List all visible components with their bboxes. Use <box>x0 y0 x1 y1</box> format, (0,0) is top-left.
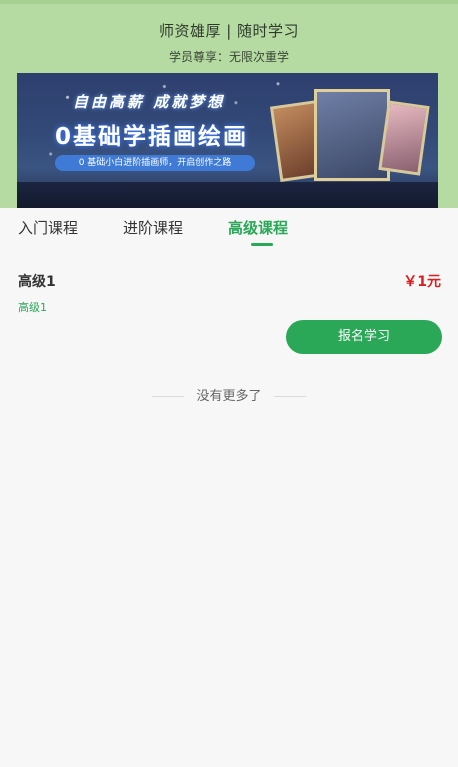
course-title: 高级1 <box>18 274 56 290</box>
banner-tagline: 自由高薪 成就梦想 <box>73 93 226 111</box>
banner-headline: 0基础学插画绘画 <box>55 124 249 150</box>
banner-pill: 0 基础小白进阶插画师，开启创作之路 <box>55 155 255 171</box>
tab-advanced[interactable]: 高级课程 <box>228 217 288 238</box>
course-price: ￥1元 <box>403 274 441 290</box>
header-divider <box>0 0 458 4</box>
slogan-text: 师资雄厚 | 随时学习 <box>158 22 300 40</box>
tab-beginner[interactable]: 入门课程 <box>18 217 78 238</box>
banner-ground <box>17 182 438 208</box>
course-tabs: 入门课程 进阶课程 高级课程 <box>0 208 458 252</box>
divider-left <box>152 396 185 397</box>
no-more-text: 没有更多了 <box>196 389 262 404</box>
no-more-indicator: 没有更多了 <box>0 385 458 404</box>
perk-text: 学员尊享：无限次重学 <box>168 50 289 64</box>
tab-intermediate[interactable]: 进阶课程 <box>123 217 183 238</box>
enroll-button[interactable]: 报名学习 <box>286 320 442 354</box>
divider-right <box>273 396 306 397</box>
active-tab-indicator <box>251 243 273 246</box>
course-subtitle: 高级1 <box>18 301 47 314</box>
course-panel: 入门课程 进阶课程 高级课程 高级1 ￥1元 高级1 报名学习 没有更多了 <box>0 208 458 767</box>
header-area: 师资雄厚 | 随时学习 学员尊享：无限次重学 自由高薪 成就梦想 0基础学插画绘… <box>0 0 458 208</box>
promo-banner[interactable]: 自由高薪 成就梦想 0基础学插画绘画 0 基础小白进阶插画师，开启创作之路 <box>17 73 438 208</box>
